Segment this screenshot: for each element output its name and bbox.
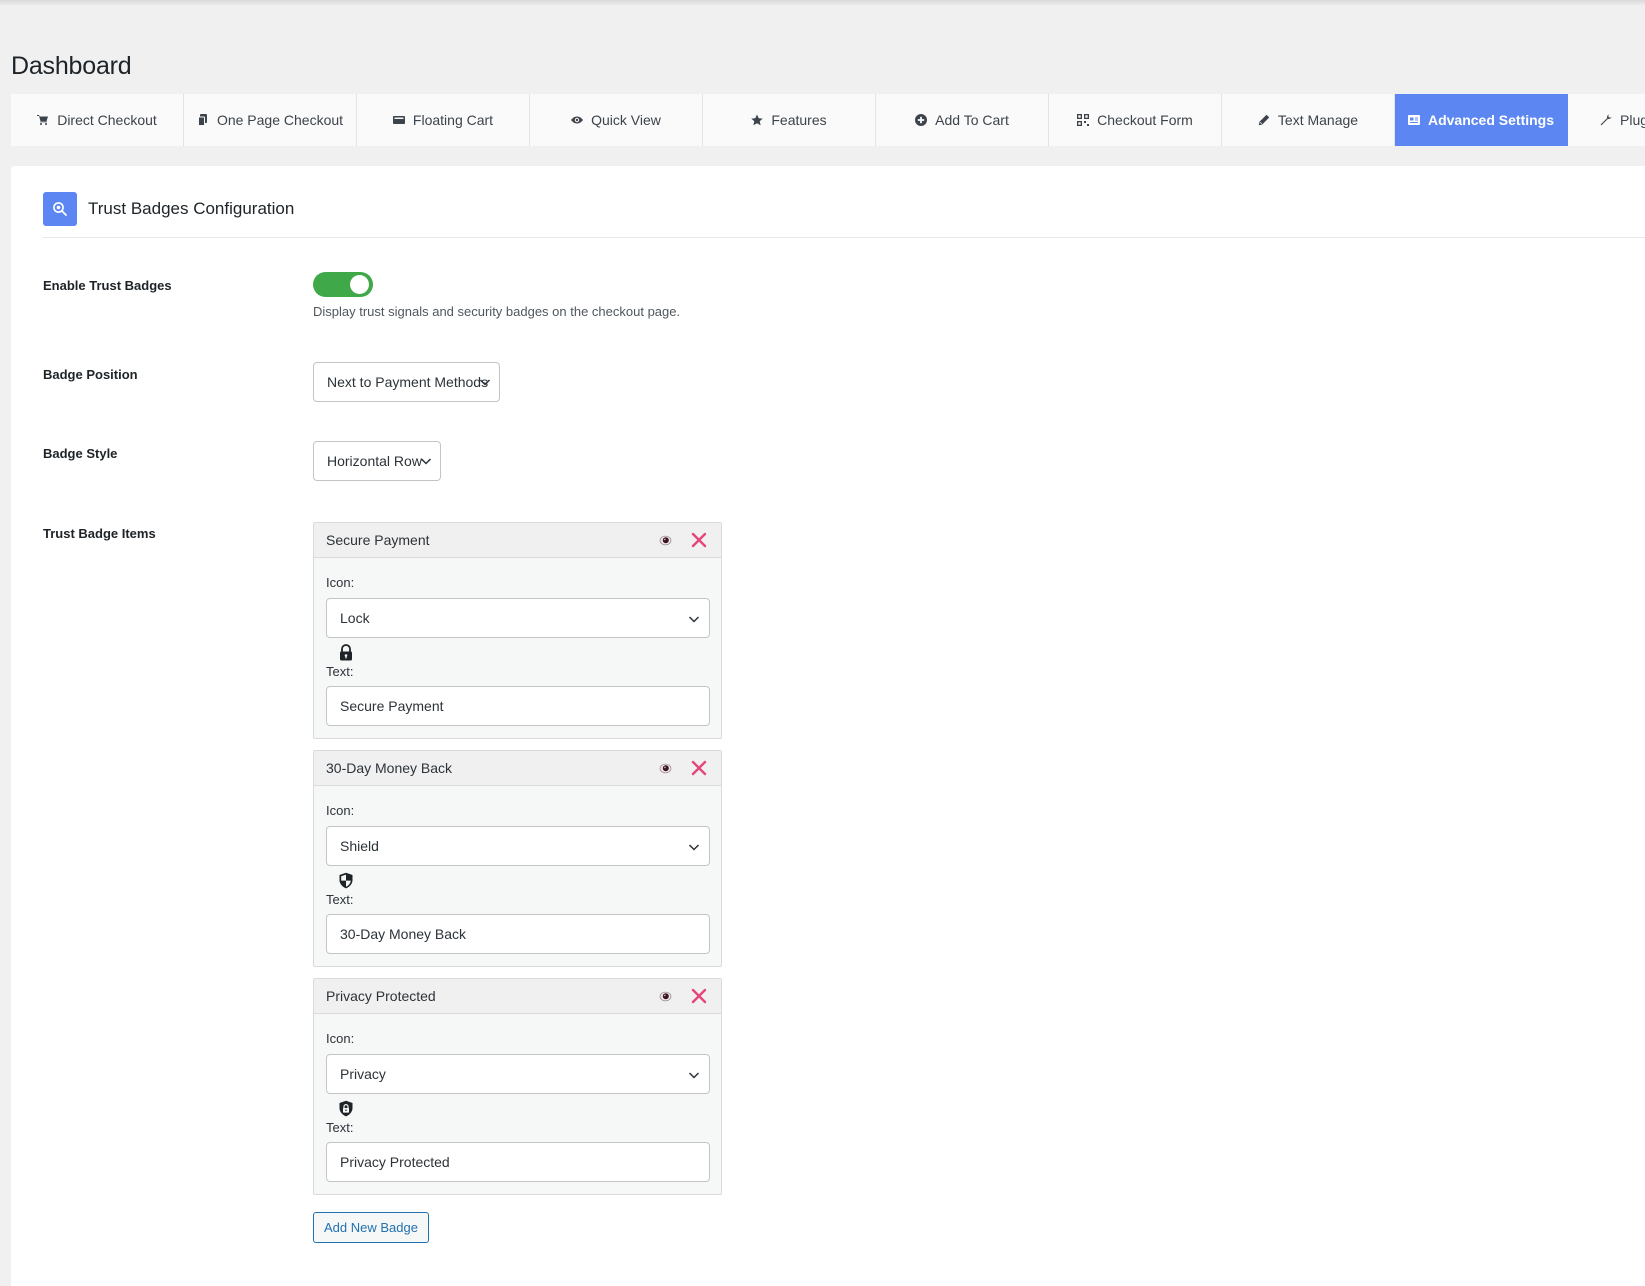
visibility-eye-icon[interactable] (659, 534, 672, 547)
visibility-eye-icon[interactable] (659, 990, 672, 1003)
tab-quick-view[interactable]: Quick View (530, 94, 703, 146)
badge-style-value: Horizontal Row (327, 453, 422, 469)
eye-icon (571, 116, 584, 124)
badge-icon-value: Privacy (340, 1066, 386, 1082)
badge-card-header: Privacy Protected (314, 979, 721, 1014)
privacy-shield-icon (339, 1100, 353, 1117)
badge-card-header: Secure Payment (314, 523, 721, 558)
pencil-icon (1258, 114, 1270, 126)
badge-search-icon (43, 192, 77, 226)
page-title: Dashboard (11, 52, 132, 80)
tab-label: Direct Checkout (57, 112, 157, 128)
remove-badge-icon[interactable] (690, 759, 708, 777)
badge-card-title: Secure Payment (326, 532, 430, 548)
tab-text-manage[interactable]: Text Manage (1222, 94, 1395, 146)
tab-features[interactable]: Features (703, 94, 876, 146)
badge-card-body: Icon: Shield Text: 30-Day Money Back (314, 786, 721, 966)
section-header: Trust Badges Configuration (43, 191, 294, 227)
chevron-down-icon (688, 616, 700, 623)
icon-label: Icon: (326, 575, 355, 590)
icon-label: Icon: (326, 803, 355, 818)
badge-card: Privacy Protected Icon: Privacy Text: Pr… (313, 978, 722, 1195)
tab-floating-cart[interactable]: Floating Cart (357, 94, 530, 146)
enable-help-text: Display trust signals and security badge… (313, 304, 681, 319)
tab-label: One Page Checkout (216, 112, 344, 128)
badge-style-label: Badge Style (43, 446, 118, 461)
toggle-knob (350, 275, 369, 294)
form-grid-icon (1077, 114, 1090, 126)
tab-one-page-checkout[interactable]: One Page Checkout (184, 94, 357, 146)
icon-label: Icon: (326, 1031, 355, 1046)
badge-card: 30-Day Money Back Icon: Shield Text: 30-… (313, 750, 722, 967)
tab-label: Advanced Settings (1427, 112, 1555, 128)
tab-label: Floating Cart (412, 112, 494, 128)
floating-cart-icon (392, 116, 405, 124)
add-new-badge-button[interactable]: Add New Badge (313, 1212, 429, 1243)
tab-advanced-settings[interactable]: Advanced Settings (1395, 94, 1568, 146)
badge-card-title: 30-Day Money Back (326, 760, 453, 776)
badge-position-value: Next to Payment Methods (327, 374, 489, 390)
badge-text-value: 30-Day Money Back (340, 926, 467, 942)
settings-panel: Trust Badges Configuration Enable Trust … (11, 166, 1645, 1286)
top-shadow (0, 0, 1645, 6)
text-label: Text: (326, 664, 354, 679)
section-divider (43, 237, 1645, 238)
enable-trust-badges-label: Enable Trust Badges (43, 278, 172, 293)
tab-label: Text Manage (1277, 112, 1359, 128)
text-label: Text: (326, 892, 354, 907)
badge-icon-select[interactable]: Privacy (326, 1054, 710, 1094)
chevron-down-icon (688, 1072, 700, 1079)
tab-plugins[interactable]: Plugi (1568, 94, 1645, 146)
settings-card-icon (1407, 115, 1420, 125)
chevron-down-icon (420, 458, 432, 465)
chevron-down-icon (479, 379, 491, 386)
shield-icon (339, 872, 353, 889)
badge-icon-select[interactable]: Lock (326, 598, 710, 638)
badge-text-input[interactable]: 30-Day Money Back (326, 914, 710, 954)
tab-label: Plugi (1620, 112, 1645, 128)
tab-direct-checkout[interactable]: Direct Checkout (11, 94, 184, 146)
tab-label: Quick View (591, 112, 661, 128)
remove-badge-icon[interactable] (690, 987, 708, 1005)
cart-icon (37, 115, 49, 125)
badge-text-value: Secure Payment (340, 698, 444, 714)
star-icon (751, 114, 764, 126)
pages-icon (197, 114, 207, 126)
badge-card-body: Icon: Privacy Text: Privacy Protected (314, 1014, 721, 1194)
tab-label: Features (771, 112, 827, 128)
lock-icon (340, 644, 352, 661)
badge-position-label: Badge Position (43, 367, 138, 382)
badge-text-value: Privacy Protected (340, 1154, 450, 1170)
enable-trust-badges-toggle[interactable] (313, 272, 373, 297)
section-title: Trust Badges Configuration (88, 199, 295, 218)
tab-label: Checkout Form (1097, 112, 1193, 128)
wrench-icon (1600, 114, 1612, 126)
plus-circle-icon (915, 114, 928, 126)
tab-add-to-cart[interactable]: Add To Cart (876, 94, 1049, 146)
badge-card: Secure Payment Icon: Lock Text: Secure P… (313, 522, 722, 739)
tab-checkout-form[interactable]: Checkout Form (1049, 94, 1222, 146)
badge-style-select[interactable]: Horizontal Row (313, 441, 441, 481)
badge-position-select[interactable]: Next to Payment Methods (313, 362, 500, 402)
chevron-down-icon (688, 844, 700, 851)
badge-text-input[interactable]: Secure Payment (326, 686, 710, 726)
badge-card-body: Icon: Lock Text: Secure Payment (314, 558, 721, 738)
text-label: Text: (326, 1120, 354, 1135)
badge-icon-select[interactable]: Shield (326, 826, 710, 866)
visibility-eye-icon[interactable] (659, 762, 672, 775)
tab-label: Add To Cart (935, 112, 1009, 128)
trust-badge-items-label: Trust Badge Items (43, 526, 156, 541)
badge-icon-value: Shield (340, 838, 379, 854)
badge-card-title: Privacy Protected (326, 988, 436, 1004)
badge-text-input[interactable]: Privacy Protected (326, 1142, 710, 1182)
badge-icon-value: Lock (340, 610, 370, 626)
badge-card-header: 30-Day Money Back (314, 751, 721, 786)
settings-tabs: Direct Checkout One Page Checkout Floati… (11, 94, 1645, 146)
remove-badge-icon[interactable] (690, 531, 708, 549)
